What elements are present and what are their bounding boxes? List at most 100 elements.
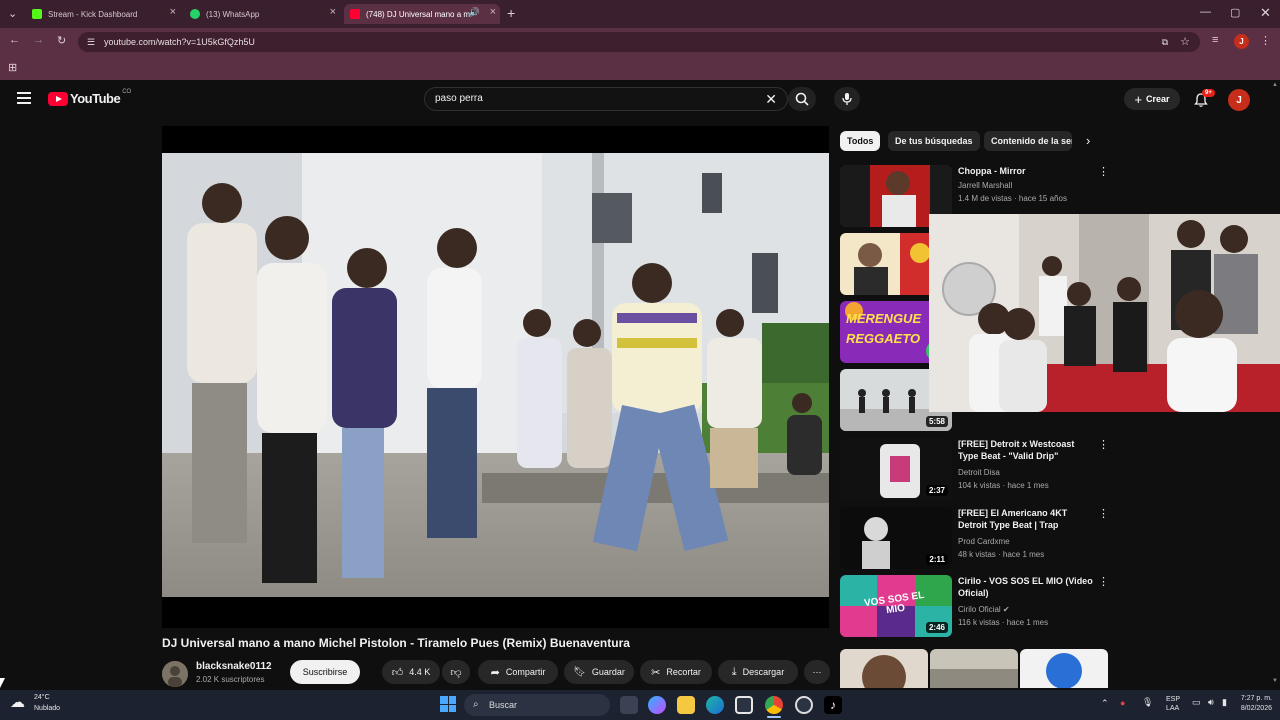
recommendation-title[interactable]: Cirilo - VOS SOS EL MIO (Video Oficial): [958, 575, 1094, 599]
partial-thumbnail[interactable]: [1020, 649, 1108, 688]
recommendation-title[interactable]: [FREE] El Americano 4KT Detroit Type Bea…: [958, 507, 1094, 531]
thumbnail-image: [840, 649, 928, 688]
duration-badge: 2:46: [925, 622, 948, 633]
weather-cloud-icon: ☁: [10, 694, 25, 711]
more-actions-button[interactable]: ⋯: [804, 660, 830, 684]
video-thumbnail[interactable]: 2:37: [840, 438, 952, 500]
more-vertical-icon[interactable]: ⋮: [1098, 438, 1109, 451]
video-frame[interactable]: [162, 153, 829, 597]
clear-search-icon[interactable]: ✕: [765, 88, 777, 110]
duration-badge: 5:58: [925, 416, 948, 427]
channel-avatar[interactable]: [162, 661, 188, 687]
tab-youtube[interactable]: (748) DJ Universal mano a m 🔊 ×: [344, 4, 500, 24]
chrome-icon[interactable]: [765, 696, 783, 714]
more-vertical-icon[interactable]: ⋮: [1098, 507, 1109, 520]
download-button[interactable]: ⤓ Descargar: [718, 660, 798, 684]
weather-widget[interactable]: ☁ 24°C Nublado: [10, 693, 80, 717]
store-icon[interactable]: [735, 696, 753, 714]
tab-kick[interactable]: Stream - Kick Dashboard ×: [28, 4, 180, 24]
clip-button[interactable]: ✂ Recortar: [640, 660, 712, 684]
tiktok-icon[interactable]: ♪: [824, 696, 842, 714]
task-view-icon[interactable]: [620, 696, 638, 714]
youtube-favicon-icon: [350, 9, 360, 19]
forward-icon[interactable]: →: [33, 34, 44, 46]
voice-search-button[interactable]: [834, 87, 860, 111]
list-item[interactable]: 2:11 [FREE] El Americano 4KT Detroit Typ…: [840, 507, 1109, 573]
search-input[interactable]: paso perra ✕: [424, 87, 788, 111]
menu-dots-icon[interactable]: ⋮: [1260, 34, 1271, 47]
like-button[interactable]: 👍︎ 4.4 K: [382, 660, 440, 684]
copilot-icon[interactable]: [648, 696, 666, 714]
back-icon[interactable]: ←: [9, 34, 20, 46]
youtube-logo[interactable]: YouTube CO: [48, 89, 131, 106]
start-button[interactable]: [440, 696, 456, 712]
network-icon[interactable]: ▭: [1192, 697, 1201, 708]
tray-overflow-icon[interactable]: ⌃: [1101, 698, 1109, 709]
tab-search-icon[interactable]: ⌄: [8, 7, 17, 20]
reload-icon[interactable]: ↻: [57, 34, 66, 47]
recommendation-channel[interactable]: Jarrell Marshall: [958, 181, 1012, 190]
more-vertical-icon[interactable]: ⋮: [1098, 575, 1109, 588]
hamburger-menu-icon[interactable]: [17, 92, 31, 104]
save-button[interactable]: 🔖︎ Guardar: [564, 660, 634, 684]
recommendation-channel[interactable]: Prod Cardxme: [958, 537, 1010, 546]
close-icon[interactable]: ×: [490, 6, 496, 18]
scroll-up-icon[interactable]: ▲: [1272, 82, 1278, 88]
edge-icon[interactable]: [706, 696, 724, 714]
share-button[interactable]: ➦ Compartir: [478, 660, 558, 684]
create-button[interactable]: + Crear: [1124, 88, 1180, 110]
tab-whatsapp[interactable]: (13) WhatsApp ×: [186, 4, 340, 24]
close-icon[interactable]: ×: [170, 6, 176, 18]
bookmark-star-icon[interactable]: ☆: [1180, 32, 1190, 52]
maximize-icon[interactable]: ▢: [1230, 6, 1240, 19]
cast-icon[interactable]: ⧉: [1162, 32, 1168, 52]
recommendation-title[interactable]: Choppa - Mirror: [958, 165, 1094, 177]
openai-icon[interactable]: [795, 696, 813, 714]
speaker-icon[interactable]: 🔊: [469, 7, 480, 18]
language-indicator[interactable]: ESP LAA: [1166, 695, 1180, 713]
account-avatar[interactable]: J: [1228, 89, 1250, 111]
chip-all[interactable]: Todos: [840, 131, 881, 151]
subscribe-button[interactable]: Suscribirse: [290, 660, 360, 684]
partial-thumbnail[interactable]: [930, 649, 1018, 688]
volume-icon[interactable]: 🔊︎: [1208, 697, 1214, 708]
microphone-icon: [842, 93, 852, 105]
scroll-down-icon[interactable]: ▼: [1272, 678, 1278, 684]
chip-from-searches[interactable]: De tus búsquedas: [888, 131, 980, 151]
mouse-cursor: [0, 678, 5, 688]
battery-icon[interactable]: ▮: [1222, 697, 1227, 708]
more-vertical-icon[interactable]: ⋮: [1098, 165, 1109, 178]
media-controls-icon[interactable]: ≡: [1212, 34, 1218, 46]
video-thumbnail[interactable]: 2:11: [840, 507, 952, 569]
video-thumbnail[interactable]: VOS SOS EL MIO 2:46: [840, 575, 952, 637]
apps-grid-icon[interactable]: ⊞: [8, 61, 17, 74]
tray-mic-icon[interactable]: 🎙︎: [1142, 697, 1153, 708]
hover-video-preview[interactable]: [929, 214, 1280, 412]
recommendation-channel[interactable]: Cirilo Oficial ✔: [958, 605, 1010, 614]
page-scrollbar[interactable]: ▲ ▼: [1272, 82, 1278, 688]
minimize-icon[interactable]: —: [1200, 6, 1211, 18]
address-bar[interactable]: ☰ youtube.com/watch?v=1U5kGfQzh5U ⧉ ☆: [78, 32, 1200, 52]
window-close-icon[interactable]: ✕: [1260, 5, 1271, 21]
new-tab-icon[interactable]: +: [507, 5, 515, 21]
chevron-right-icon[interactable]: ›: [1086, 133, 1090, 148]
chip-series-content[interactable]: Contenido de la ser: [984, 131, 1072, 151]
close-icon[interactable]: ×: [330, 6, 336, 18]
dislike-button[interactable]: 👎︎: [442, 660, 470, 684]
taskbar-search[interactable]: ⌕ Buscar: [464, 694, 610, 716]
file-explorer-icon[interactable]: [677, 696, 695, 714]
list-item[interactable]: 2:37 [FREE] Detroit x Westcoast Type Bea…: [840, 438, 1109, 504]
list-item[interactable]: VOS SOS EL MIO 2:46 Cirilo - VOS SOS EL …: [840, 575, 1109, 641]
taskbar-search-label: Buscar: [489, 700, 518, 710]
partial-thumbnail[interactable]: [840, 649, 928, 688]
profile-avatar[interactable]: J: [1234, 34, 1249, 49]
site-info-icon[interactable]: ☰: [87, 32, 95, 52]
channel-name[interactable]: blacksnake0112: [196, 661, 272, 672]
video-player[interactable]: [162, 126, 829, 628]
search-button[interactable]: [788, 87, 816, 111]
clock[interactable]: 7:27 p. m. 8/02/2026: [1234, 694, 1272, 714]
recommendation-channel[interactable]: Detroit Disa: [958, 468, 1000, 477]
notifications-button[interactable]: 9+: [1192, 89, 1215, 110]
recommendation-title[interactable]: [FREE] Detroit x Westcoast Type Beat - "…: [958, 438, 1094, 462]
tray-app-icon[interactable]: ●: [1120, 698, 1125, 708]
